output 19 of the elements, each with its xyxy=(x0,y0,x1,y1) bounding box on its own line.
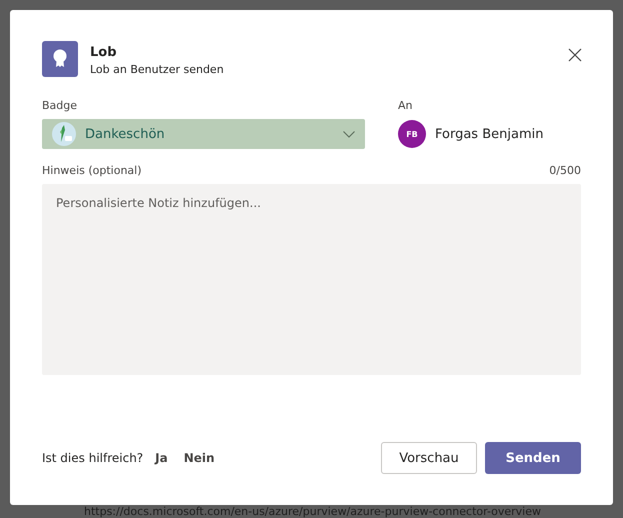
ribbon-award-icon xyxy=(42,41,78,77)
chevron-down-icon xyxy=(343,130,355,138)
preview-button[interactable]: Vorschau xyxy=(381,442,477,474)
send-button[interactable]: Senden xyxy=(485,442,581,474)
close-icon[interactable] xyxy=(568,48,582,62)
note-label: Hinweis (optional) xyxy=(42,164,142,177)
dialog-subtitle: Lob an Benutzer senden xyxy=(90,63,224,76)
badge-dropdown[interactable]: Dankeschön xyxy=(42,119,365,149)
recipient-name: Forgas Benjamin xyxy=(435,126,544,142)
badge-label: Badge xyxy=(42,99,78,112)
plant-badge-icon xyxy=(52,122,76,146)
dialog-title: Lob xyxy=(90,45,118,60)
avatar: FB xyxy=(398,120,426,148)
note-field[interactable]: Personalisierte Notiz hinzufügen... xyxy=(42,184,581,375)
feedback-link[interactable]: Ja xyxy=(155,451,168,465)
feedback-question: Ist dies hilfreich? xyxy=(42,451,144,465)
feedback-link[interactable]: Nein xyxy=(184,451,215,465)
recipient-label: An xyxy=(398,99,414,112)
character-counter: 0/500 xyxy=(549,164,581,177)
